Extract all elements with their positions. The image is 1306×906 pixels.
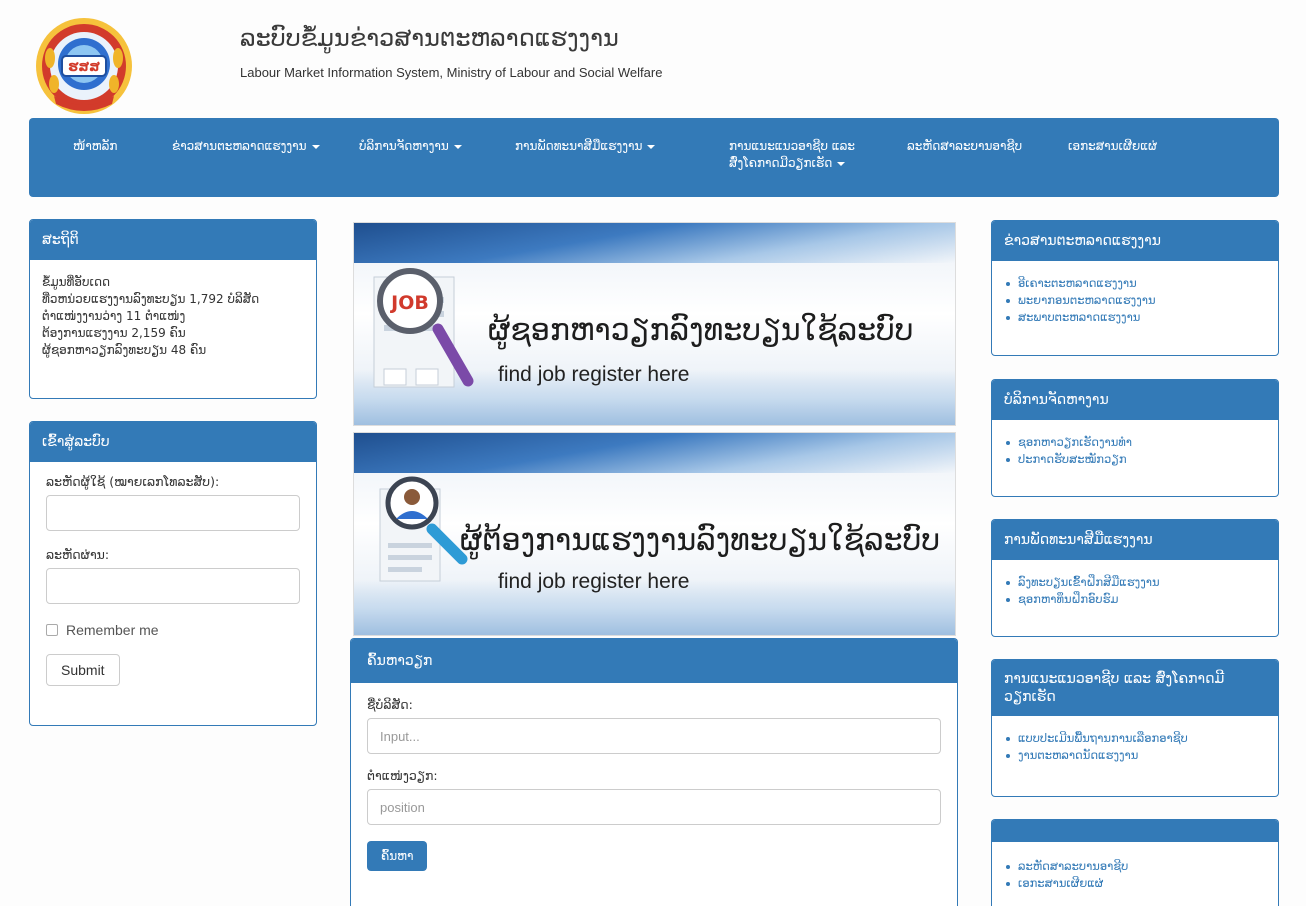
statistics-panel-heading: ສະຖິຕິ: [30, 220, 316, 260]
position-label: ຕໍາແໜ່ງວຽກ:: [367, 768, 438, 783]
link-job-fair[interactable]: ງານຕະຫລາດນັດແຮງງານ: [1004, 747, 1266, 764]
job-search-panel: ຄົ້ນຫາວຽກ ຊື່ບໍລິສັດ: ຕໍາແໜ່ງວຽກ: ຄົ້ນຫາ: [350, 638, 958, 906]
right-panel-career-guidance: ການແນະແນວອາຊີບ ແລະ ສົ່ງໂຄກາດມີ ວຽກເຮັດ ແ…: [991, 659, 1279, 797]
submit-button[interactable]: Submit: [46, 654, 120, 686]
nav-item-occupation-codes[interactable]: ລະຫັດສາລະບານອາຊີບ: [907, 138, 1022, 155]
search-button[interactable]: ຄົ້ນຫາ: [367, 841, 428, 871]
stats-registered-jobseekers: ຜູ້ຊອກຫາວຽກລົງທະບຽນ 48 ຄົນ: [42, 343, 207, 357]
right-panel-heading: [992, 820, 1278, 842]
username-label: ລະຫັດຜູ້ໃຊ້ (ໝາຍເລກໂທລະສັບ):: [46, 474, 220, 489]
right-panel-resources: ລະຫັດສາລະບານອາຊີບ ເອກະສານເຜີຍແຜ່: [991, 819, 1279, 906]
stats-updated-label: ຂໍ້ມູນທີ່ອັບເດດ: [42, 275, 111, 289]
jobseeker-register-banner[interactable]: JOB ຜູ້ຊອກຫາວຽກລົງທະບຽນໃຊ້ລະບົບ find job…: [353, 222, 956, 426]
stats-labour-demand: ຕ້ອງການແຮງງານ 2,159 ຄົນ: [42, 326, 186, 340]
remember-me-row[interactable]: Remember me: [46, 622, 300, 638]
main-navbar: ໜ້າຫລັກ ຂ່າວສານຕະຫລາດແຮງງານ ບໍລິການຈັດຫາ…: [29, 118, 1279, 197]
stats-vacancies: ຕໍາແໜ່ງງານວ່າງ 11 ຕໍາແໜ່ງ: [42, 309, 186, 323]
link-occupation-codes[interactable]: ລະຫັດສາລະບານອາຊີບ: [1004, 858, 1266, 875]
ministry-logo-icon[interactable]: ຮສສ: [32, 14, 136, 118]
stats-registered-companies: ທີ່ວຫນ່ວຍແຮງງານລົງທະບຽນ 1,792 ບໍລິສັດ: [42, 292, 260, 306]
job-search-magnifier-icon: JOB: [373, 268, 474, 388]
link-register-skills-training[interactable]: ລົງທະບຽນເຂົ້າຝຶກສີມືແຮງງານ: [1004, 574, 1266, 591]
statistics-panel: ສະຖິຕິ ຂໍ້ມູນທີ່ອັບເດດ ທີ່ວຫນ່ວຍແຮງງານລົ…: [29, 219, 317, 399]
link-find-training-scholarship[interactable]: ຊອກຫາທຶນຝຶກອົບຮົມ: [1004, 591, 1266, 608]
employer-banner-title: ຜູ້ຕ້ອງການແຮງງານລົງທະບຽນໃຊ້ລະບົບ: [460, 523, 941, 558]
employer-banner-subtitle: find job register here: [498, 570, 690, 593]
link-post-vacancy[interactable]: ປະກາດຮັບສະໝັກວຽກ: [1004, 451, 1266, 468]
site-subtitle: Labour Market Information System, Minist…: [240, 65, 663, 80]
login-panel-heading: ເຂົ້າສູ່ລະບົບ: [30, 422, 316, 462]
password-input[interactable]: [46, 568, 300, 604]
company-name-input[interactable]: [367, 718, 941, 754]
link-career-assessment[interactable]: ແບບປະເມີນພື້ນຖານການເລືອກອາຊີບ: [1004, 730, 1266, 747]
right-panel-heading: ບໍລິການຈັດຫາງານ: [992, 380, 1278, 420]
chevron-down-icon: [311, 144, 320, 149]
jobseeker-banner-title: ຜູ້ຊອກຫາວຽກລົງທະບຽນໃຊ້ລະບົບ: [488, 313, 914, 348]
remember-me-label: Remember me: [66, 622, 159, 638]
password-label: ລະຫັດຜ່ານ:: [46, 547, 110, 562]
nav-item-labour-market-news[interactable]: ຂ່າວສານຕະຫລາດແຮງງານ: [172, 138, 320, 155]
right-panel-heading: ການພັດທະນາສີມືແຮງງານ: [992, 520, 1278, 560]
link-find-job[interactable]: ຊອກຫາວຽກເຮັດງານທໍາ: [1004, 434, 1266, 451]
remember-me-checkbox[interactable]: [46, 624, 58, 636]
nav-item-skills-development[interactable]: ການພັດທະນາສີມືແຮງງານ: [515, 138, 656, 155]
right-panel-labour-market-news: ຂ່າວສານຕະຫລາດແຮງງານ ອີເຄາະຕະຫລາດແຮງງານ ພ…: [991, 220, 1279, 356]
right-panel-heading: ຂ່າວສານຕະຫລາດແຮງງານ: [992, 221, 1278, 261]
company-name-label: ຊື່ບໍລິສັດ:: [367, 697, 413, 712]
chevron-down-icon: [647, 144, 656, 149]
right-panel-skills-development: ການພັດທະນາສີມືແຮງງານ ລົງທະບຽນເຂົ້າຝຶກສີມ…: [991, 519, 1279, 637]
job-badge-text: JOB: [389, 292, 429, 314]
job-search-panel-heading: ຄົ້ນຫາວຽກ: [351, 639, 957, 683]
link-labour-market-situation[interactable]: ສະພາບຕະຫລາດແຮງງານ: [1004, 309, 1266, 326]
link-publications[interactable]: ເອກະສານເຜີຍແຜ່: [1004, 875, 1266, 892]
nav-item-career-guidance[interactable]: ການແນະແນວອາຊີບ ແລະ ສົ່ງໂຄກາດມີວຽກເຮັດ: [729, 138, 855, 172]
nav-item-home[interactable]: ໜ້າຫລັກ: [73, 138, 117, 155]
right-panel-heading: ການແນະແນວອາຊີບ ແລະ ສົ່ງໂຄກາດມີ ວຽກເຮັດ: [992, 660, 1278, 716]
nav-item-employment-services[interactable]: ບໍລິການຈັດຫາງານ: [359, 138, 462, 155]
chevron-down-icon: [453, 144, 462, 149]
jobseeker-banner-subtitle: find job register here: [498, 363, 690, 386]
right-panel-employment-services: ບໍລິການຈັດຫາງານ ຊອກຫາວຽກເຮັດງານທໍາ ປະກາດ…: [991, 379, 1279, 497]
username-input[interactable]: [46, 495, 300, 531]
link-labour-market-analysis[interactable]: ອີເຄາະຕະຫລາດແຮງງານ: [1004, 275, 1266, 292]
nav-item-publications[interactable]: ເອກະສານເຜີຍແຜ່: [1068, 138, 1157, 155]
employer-register-banner[interactable]: ຜູ້ຕ້ອງການແຮງງານລົງທະບຽນໃຊ້ລະບົບ find jo…: [353, 432, 956, 636]
link-labour-market-forecast[interactable]: ພະຍາກອນຕະຫລາດແຮງງານ: [1004, 292, 1266, 309]
login-panel: ເຂົ້າສູ່ລະບົບ ລະຫັດຜູ້ໃຊ້ (ໝາຍເລກໂທລະສັບ…: [29, 421, 317, 726]
position-input[interactable]: [367, 789, 941, 825]
logo-text: ຮສສ: [68, 60, 100, 75]
site-title: ລະບົບຂໍ້ມູນຂ່າວສານຕະຫລາດແຮງງານ: [240, 24, 619, 52]
chevron-down-icon: [837, 161, 846, 166]
site-header: ຮສສ ລະບົບຂໍ້ມູນຂ່າວສານຕະຫລາດແຮງງານ Labou…: [28, 8, 1278, 118]
